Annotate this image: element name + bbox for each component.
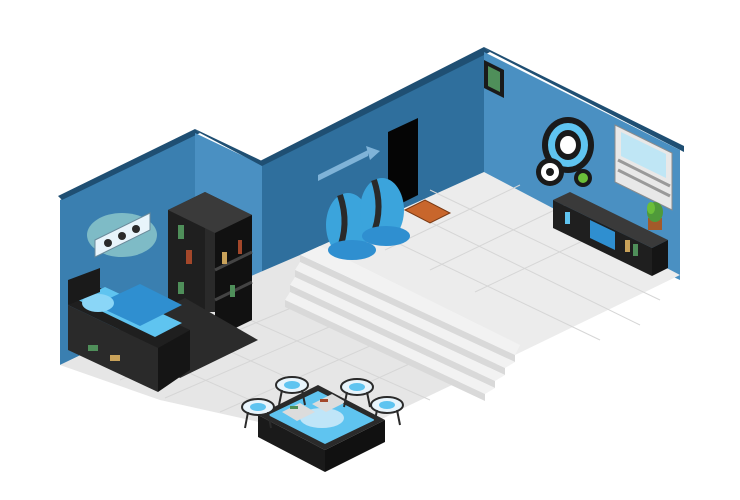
room-scene — [0, 0, 740, 500]
potted-plant-icon — [647, 202, 663, 230]
wall-lamp-decal-icon[interactable] — [87, 212, 157, 258]
stool-icon[interactable] — [370, 396, 404, 426]
isometric-room — [58, 47, 684, 472]
